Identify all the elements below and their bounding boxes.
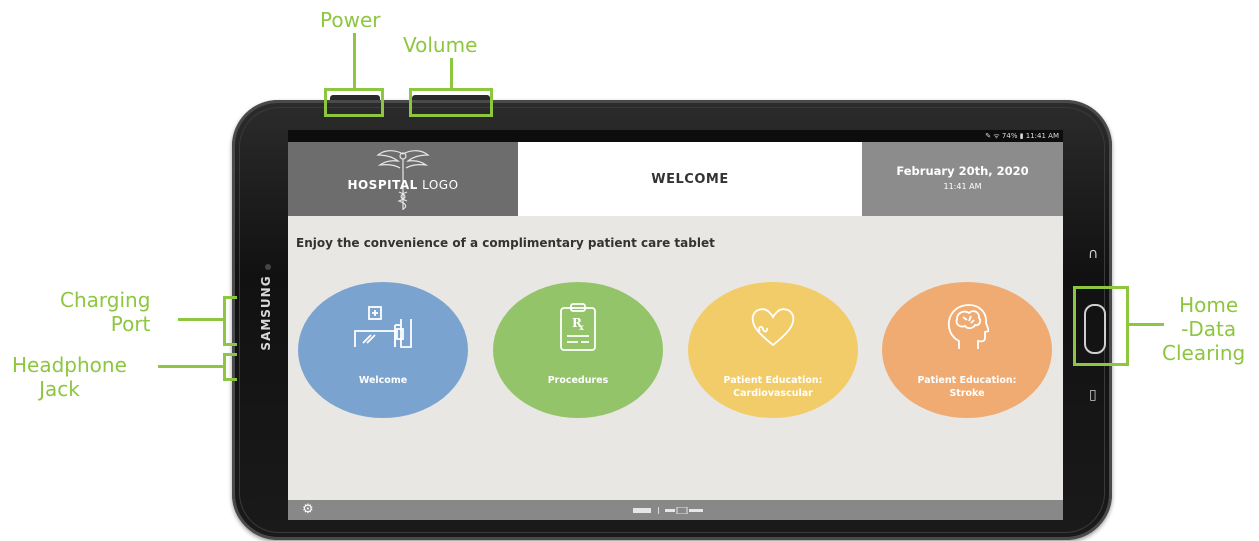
callout-charging-port: Charging Port: [60, 288, 150, 336]
callout-home-line3: Clearing: [1162, 341, 1246, 365]
tile-stroke[interactable]: Patient Education: Stroke: [882, 282, 1052, 418]
tagline: Enjoy the convenience of a complimentary…: [296, 236, 715, 250]
tile-stroke-label: Patient Education: Stroke: [917, 375, 1017, 399]
volume-leader: [450, 58, 453, 89]
volume-highlight: [409, 88, 493, 117]
tablet-screen: ✎ ᯤ 74% ▮ 11:41 AM HOSPITAL LOGO WELCOME…: [288, 130, 1063, 520]
power-highlight: [324, 88, 384, 117]
charging-port-highlight: [223, 296, 237, 346]
page-title: WELCOME: [651, 171, 729, 187]
device-brand: SAMSUNG: [259, 275, 273, 351]
back-icon[interactable]: ▯: [1089, 387, 1097, 403]
hospital-logo-text: HOSPITAL LOGO: [288, 178, 518, 192]
callout-power: Power: [320, 8, 381, 32]
callout-home-line1: Home: [1179, 293, 1239, 317]
tile-welcome-label: Welcome: [358, 375, 408, 386]
logo-text-light: LOGO: [417, 178, 459, 192]
logo-text-bold: HOSPITAL: [347, 178, 418, 192]
bottom-bar: ⚙: [288, 500, 1063, 520]
partner-logos: [633, 507, 703, 514]
power-leader: [353, 33, 356, 89]
callout-headphone-line1: Headphone: [12, 353, 127, 377]
headphone-leader: [158, 365, 224, 368]
app-header: HOSPITAL LOGO WELCOME February 20th, 202…: [288, 142, 1063, 216]
title-panel: WELCOME: [518, 142, 862, 216]
date-panel: February 20th, 2020 11:41 AM: [862, 142, 1063, 216]
hospital-logo-panel: HOSPITAL LOGO: [288, 142, 518, 216]
callout-headphone-line2: Jack: [39, 377, 80, 401]
tile-cardiovascular[interactable]: Patient Education: Cardiovascular: [688, 282, 858, 418]
home-highlight: [1073, 286, 1129, 366]
tile-grid: Welcome R x Procedures Patient Education…: [298, 282, 1058, 422]
gear-icon[interactable]: ⚙: [302, 502, 314, 518]
svg-text:x: x: [579, 322, 584, 332]
callout-home: Home -Data Clearing: [1162, 293, 1245, 365]
home-leader: [1128, 323, 1164, 326]
status-bar: ✎ ᯤ 74% ▮ 11:41 AM: [288, 130, 1063, 142]
callout-charging-line1: Charging: [60, 288, 151, 312]
callout-charging-line2: Port: [110, 312, 151, 336]
date-display: February 20th, 2020: [896, 164, 1029, 178]
tile-cardiovascular-label: Patient Education: Cardiovascular: [723, 375, 823, 399]
tile-procedures-label: Procedures: [547, 375, 609, 386]
callout-volume: Volume: [403, 33, 478, 57]
charging-leader: [178, 318, 224, 321]
headphone-highlight: [223, 353, 237, 381]
time-display: 11:41 AM: [943, 182, 982, 191]
tile-welcome[interactable]: Welcome: [298, 282, 468, 418]
callout-home-line2: -Data: [1181, 317, 1237, 341]
recent-apps-icon[interactable]: ∩: [1088, 246, 1098, 262]
brain-head-icon: [947, 304, 989, 349]
hospital-bed-icon: [354, 306, 412, 348]
callout-headphone-jack: Headphone Jack: [12, 353, 127, 401]
prescription-clipboard-icon: R x: [560, 303, 596, 351]
heart-icon: [751, 308, 795, 347]
tile-procedures[interactable]: R x Procedures: [493, 282, 663, 418]
